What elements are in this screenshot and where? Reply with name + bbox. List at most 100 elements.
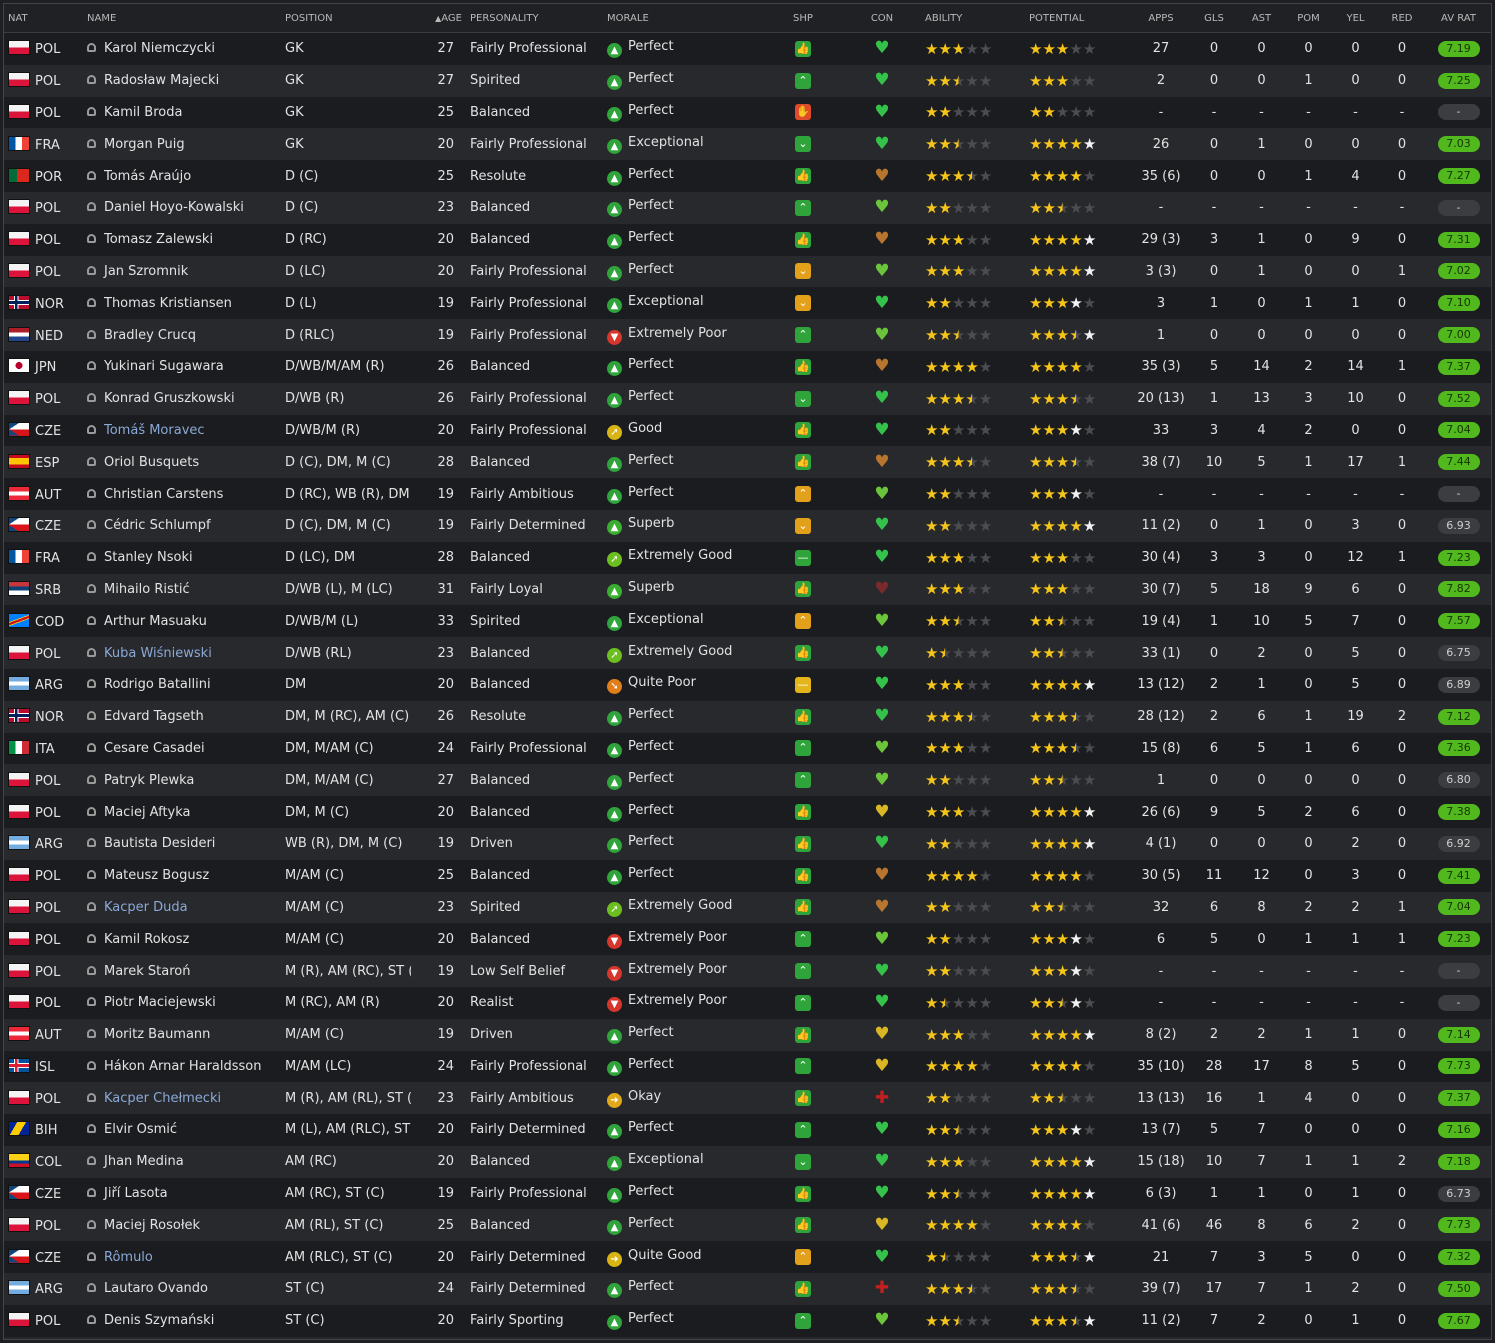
condition-cell[interactable]: ♥ <box>843 128 921 161</box>
nationality-cell[interactable]: ARG <box>4 668 83 701</box>
table-row[interactable]: POL Kacper Duda M/AM (C) 23 Spirited ➚ Extreme… <box>4 891 1491 924</box>
table-row[interactable]: POL Kamil Rokosz M/AM (C) 20 Balanced ▼ Extrem… <box>4 923 1491 956</box>
player-name-cell[interactable]: Hákon Arnar Haraldsson <box>83 1050 281 1083</box>
condition-cell[interactable]: ♥ <box>843 955 921 987</box>
nationality-cell[interactable]: POL <box>4 1082 83 1115</box>
player-name-cell[interactable]: Kamil Broda <box>83 96 281 129</box>
morale-cell[interactable]: ▲ Exceptional <box>603 605 763 638</box>
nationality-cell[interactable]: ESP <box>4 446 83 479</box>
condition-cell[interactable]: ♥ <box>843 446 921 479</box>
shp-cell[interactable]: ⌃ <box>763 986 843 1019</box>
table-row[interactable]: POL Kamil Broda GK 25 Balanced ▲ Perfect ✋ ♥ ★★★★… <box>4 96 1491 129</box>
player-name-cell[interactable]: Piotr Maciejewski <box>83 986 281 1019</box>
player-name-cell[interactable]: Denis Szymański <box>83 1304 281 1337</box>
shp-cell[interactable]: 👍 <box>763 1209 843 1242</box>
morale-cell[interactable]: ▲ Perfect <box>603 478 763 510</box>
player-name-cell[interactable]: Cesare Casadei <box>83 732 281 765</box>
shp-cell[interactable]: 👍 <box>763 859 843 892</box>
nationality-cell[interactable]: POL <box>4 923 83 956</box>
shp-cell[interactable]: 👍 <box>763 1082 843 1115</box>
shp-cell[interactable]: ⌃ <box>763 64 843 97</box>
col-ast[interactable]: AST <box>1239 4 1284 33</box>
col-av-rat[interactable]: AV RAT <box>1426 4 1491 33</box>
table-row[interactable]: POL Konrad Gruszkowski D/WB (R) 26 Fairly Pr… <box>4 382 1491 415</box>
nationality-cell[interactable]: CZE <box>4 414 83 447</box>
table-row[interactable]: FRA Stanley Nsoki D (LC), DM 28 Balanced ➚ Ext… <box>4 541 1491 574</box>
player-name[interactable]: Cesare Casadei <box>104 741 205 756</box>
condition-cell[interactable]: ✚ <box>843 1082 921 1115</box>
table-row[interactable]: POL Jan Szromnik D (LC) 20 Fairly Profession… <box>4 255 1491 288</box>
col-position[interactable]: POSITION <box>281 4 411 33</box>
player-name[interactable]: Morgan Puig <box>104 137 185 152</box>
condition-cell[interactable]: ♥ <box>843 891 921 924</box>
morale-cell[interactable]: ▲ Perfect <box>603 191 763 224</box>
morale-cell[interactable]: ▲ Perfect <box>603 827 763 860</box>
table-row[interactable]: CZE Rômulo AM (RLC), ST (C) 20 Fairly Determ… <box>4 1241 1491 1274</box>
player-name-cell[interactable]: Bradley Crucq <box>83 319 281 351</box>
morale-cell[interactable]: ▲ Perfect <box>603 1114 763 1146</box>
player-name-cell[interactable]: Jhan Medina <box>83 1145 281 1178</box>
condition-cell[interactable]: ♥ <box>843 509 921 542</box>
player-name[interactable]: Maciej Aftyka <box>104 805 191 820</box>
table-row[interactable]: COD Arthur Masuaku D/WB/M (L) 33 Spirited ▲ Ex… <box>4 605 1491 638</box>
col-morale[interactable]: MORALE <box>603 4 763 33</box>
player-name[interactable]: Rômulo <box>104 1250 153 1265</box>
condition-cell[interactable]: ♥ <box>843 1177 921 1210</box>
table-row[interactable]: POL Denis Szymański ST (C) 20 Fairly Sportin… <box>4 1304 1491 1337</box>
player-name-cell[interactable]: Yukinari Sugawara <box>83 350 281 383</box>
table-row[interactable]: ISL Hákon Arnar Haraldsson M/AM (LC) 24 Fair… <box>4 1050 1491 1083</box>
player-name-cell[interactable]: Oriol Busquets <box>83 446 281 479</box>
nationality-cell[interactable]: POR <box>4 160 83 192</box>
condition-cell[interactable]: ♥ <box>843 255 921 288</box>
player-name-cell[interactable]: Kacper Chełmecki <box>83 1082 281 1115</box>
nationality-cell[interactable]: COL <box>4 1145 83 1178</box>
nationality-cell[interactable]: POL <box>4 637 83 669</box>
condition-cell[interactable]: ♥ <box>843 923 921 956</box>
player-name[interactable]: Lautaro Ovando <box>104 1281 208 1296</box>
morale-cell[interactable]: ▼ Extremely Poor <box>603 986 763 1019</box>
condition-cell[interactable]: ♥ <box>843 64 921 97</box>
player-name-cell[interactable]: Bautista Desideri <box>83 827 281 860</box>
player-name-cell[interactable]: Stanley Nsoki <box>83 541 281 574</box>
player-name-cell[interactable]: Maciej Aftyka <box>83 796 281 828</box>
player-name-cell[interactable]: Lautaro Ovando <box>83 1273 281 1305</box>
player-name-cell[interactable]: Tomás Araújo <box>83 160 281 192</box>
table-row[interactable]: POL Piotr Maciejewski M (RC), AM (R) 20 Real… <box>4 986 1491 1019</box>
morale-cell[interactable]: ▲ Perfect <box>603 796 763 828</box>
condition-cell[interactable]: ♥ <box>843 223 921 256</box>
morale-cell[interactable]: ▲ Perfect <box>603 859 763 892</box>
condition-cell[interactable]: ♥ <box>843 637 921 669</box>
player-name-cell[interactable]: Thomas Kristiansen <box>83 287 281 320</box>
table-row[interactable]: POR Tomás Araújo D (C) 25 Resolute ▲ Perfect 👍 ♥… <box>4 160 1491 192</box>
condition-cell[interactable]: ♥ <box>843 1114 921 1146</box>
shp-cell[interactable]: ⌃ <box>763 732 843 765</box>
table-row[interactable]: POL Tomasz Zalewski D (RC) 20 Balanced ▲ Perfe… <box>4 223 1491 256</box>
shp-cell[interactable]: 👍 <box>763 573 843 606</box>
player-name[interactable]: Arthur Masuaku <box>104 614 207 629</box>
condition-cell[interactable]: ♥ <box>843 191 921 224</box>
table-row[interactable]: NOR Edvard Tagseth DM, M (RC), AM (C) 26 Res… <box>4 700 1491 733</box>
player-name-cell[interactable]: Morgan Puig <box>83 128 281 161</box>
player-name-cell[interactable]: Karol Niemczycki <box>83 32 281 65</box>
table-row[interactable]: CZE Tomáš Moravec D/WB/M (R) 20 Fairly Profe… <box>4 414 1491 447</box>
player-name-cell[interactable]: Christian Carstens <box>83 478 281 510</box>
nationality-cell[interactable]: AUT <box>4 478 83 510</box>
table-row[interactable]: JPN Yukinari Sugawara D/WB/M/AM (R) 26 Balan… <box>4 350 1491 383</box>
player-name[interactable]: Bradley Crucq <box>104 328 196 343</box>
shp-cell[interactable]: 👍 <box>763 350 843 383</box>
condition-cell[interactable]: ♥ <box>843 96 921 129</box>
shp-cell[interactable]: ⌃ <box>763 955 843 987</box>
shp-cell[interactable]: ⌃ <box>763 1241 843 1274</box>
col-gls[interactable]: GLS <box>1189 4 1239 33</box>
nationality-cell[interactable]: NOR <box>4 287 83 320</box>
condition-cell[interactable]: ♥ <box>843 478 921 510</box>
shp-cell[interactable]: ⌃ <box>763 923 843 956</box>
morale-cell[interactable]: ➘ Quite Poor <box>603 668 763 701</box>
morale-cell[interactable]: ▲ Perfect <box>603 1018 763 1051</box>
condition-cell[interactable]: ♥ <box>843 827 921 860</box>
player-name-cell[interactable]: Moritz Baumann <box>83 1018 281 1051</box>
shp-cell[interactable]: — <box>763 668 843 701</box>
player-name-cell[interactable]: Konrad Gruszkowski <box>83 382 281 415</box>
table-row[interactable]: POL Patryk Plewka DM, M/AM (C) 27 Balanced ▲ P… <box>4 764 1491 797</box>
shp-cell[interactable]: 👍 <box>763 1018 843 1051</box>
